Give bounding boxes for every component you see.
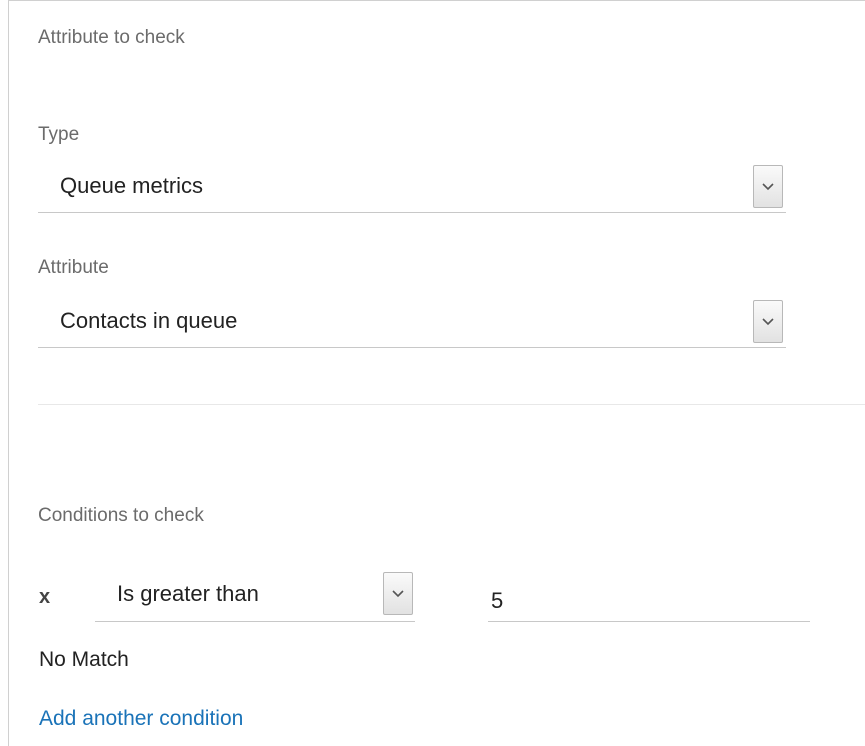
operator-dropdown-button[interactable] (383, 572, 413, 615)
attribute-select-value: Contacts in queue (60, 308, 238, 333)
conditions-section-title: Conditions to check (38, 505, 204, 526)
operator-select[interactable]: Is greater than (95, 572, 415, 622)
chevron-down-icon (762, 317, 774, 325)
attribute-select[interactable]: Contacts in queue (38, 298, 786, 348)
add-another-condition-link[interactable]: Add another condition (39, 707, 243, 731)
no-match-label: No Match (39, 648, 129, 671)
type-select-value: Queue metrics (60, 173, 204, 198)
chevron-down-icon (392, 589, 404, 597)
chevron-down-icon (762, 182, 774, 190)
attribute-dropdown-button[interactable] (753, 300, 783, 343)
type-select[interactable]: Queue metrics (38, 163, 786, 213)
type-label: Type (38, 124, 80, 145)
section-divider (38, 404, 865, 405)
remove-condition-button[interactable]: x (39, 586, 50, 609)
condition-value-input[interactable] (488, 580, 810, 622)
attribute-label: Attribute (38, 257, 109, 278)
check-attribute-panel (8, 0, 865, 746)
type-dropdown-button[interactable] (753, 165, 783, 208)
operator-select-value: Is greater than (117, 581, 259, 606)
attribute-section-title: Attribute to check (38, 27, 185, 48)
